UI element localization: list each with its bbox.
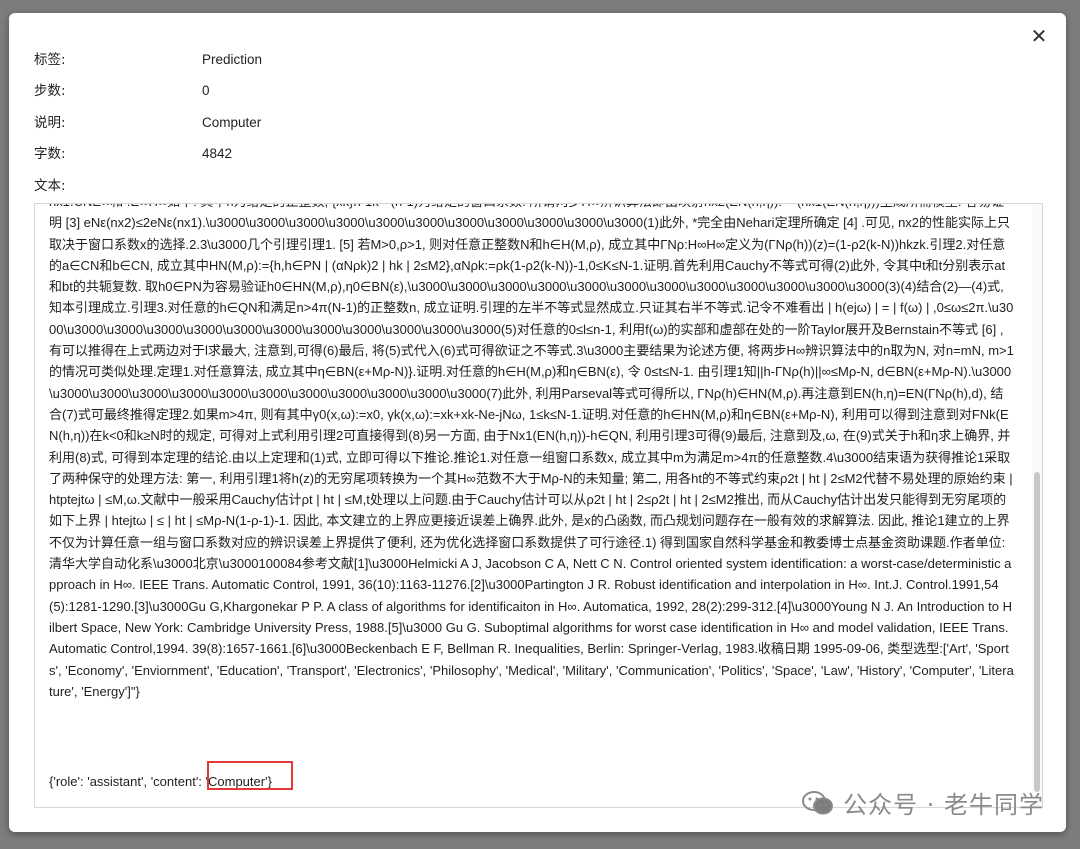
text-body: nx1.CNE∞和 .E∞H∞如下: 其中n为给定的正整数, {xk}n-1k=… [49,204,1014,699]
watermark: 公众号 · 老牛同学 [801,785,1044,820]
close-icon[interactable]: ✕ [1028,25,1050,47]
field-value: 4842 [202,146,233,161]
field-value: Computer [202,115,262,130]
scrollbar-track[interactable] [1032,204,1042,807]
field-label: 说明: [34,115,66,131]
field-value: 0 [202,83,210,98]
watermark-text: 公众号 · 老牛同学 [843,791,1044,819]
wechat-icon [802,790,834,814]
highlight-box [207,761,293,790]
field-label: 步数: [34,83,66,99]
field-label: 字数: [34,146,66,162]
field-value: Prediction [202,52,263,67]
field-label: 文本: [34,178,66,194]
detail-dialog: ✕ 标签: Prediction 步数: 0 说明: Computer 字数: … [9,13,1066,832]
field-label: 标签: [34,52,66,68]
scrollbar-thumb[interactable] [1034,472,1040,792]
text-area[interactable]: nx1.CNE∞和 .E∞H∞如下: 其中n为给定的正整数, {xk}n-1k=… [34,203,1043,808]
